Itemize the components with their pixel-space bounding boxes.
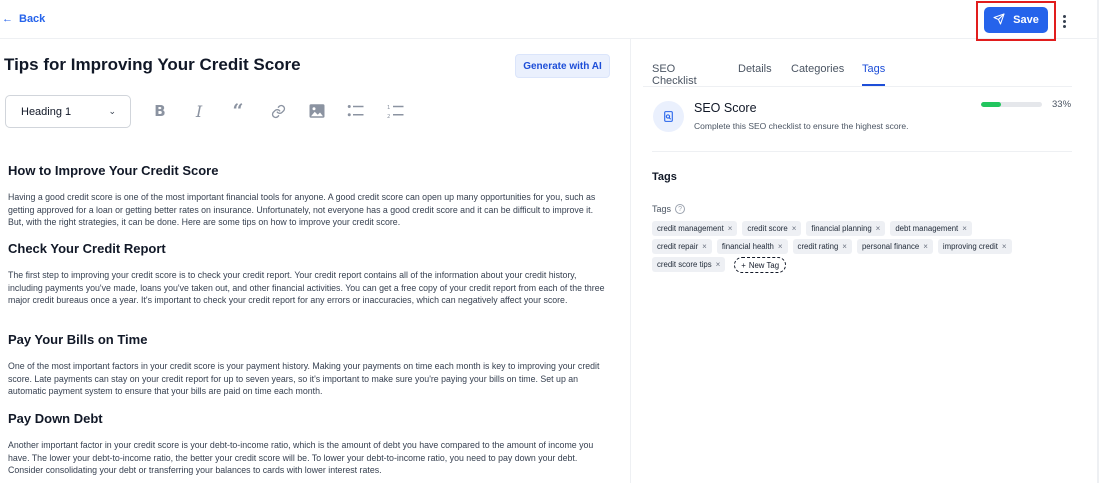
back-button[interactable]: ← Back bbox=[2, 13, 45, 25]
tag-label: personal finance bbox=[861, 242, 920, 251]
section-paragraph: Having a good credit score is one of the… bbox=[8, 192, 596, 228]
remove-tag-icon[interactable]: × bbox=[1002, 242, 1007, 251]
section-paragraph: The first step to improving your credit … bbox=[8, 270, 605, 306]
tag-chip: credit score × bbox=[742, 221, 802, 236]
tag-label: credit score tips bbox=[657, 260, 712, 269]
remove-tag-icon[interactable]: × bbox=[716, 260, 721, 269]
tab-tags[interactable]: Tags bbox=[862, 63, 885, 75]
remove-tag-icon[interactable]: × bbox=[792, 224, 797, 233]
section-heading: Pay Your Bills on Time bbox=[8, 332, 148, 347]
tag-chip: financial health × bbox=[716, 239, 788, 254]
remove-tag-icon[interactable]: × bbox=[702, 242, 707, 251]
tags-label-text: Tags bbox=[652, 204, 672, 214]
heading-select-value: Heading 1 bbox=[21, 105, 72, 118]
tag-label: credit management bbox=[657, 224, 724, 233]
tag-chip: financial planning × bbox=[806, 221, 886, 236]
save-label: Save bbox=[1013, 14, 1039, 26]
tag-label: credit score bbox=[747, 224, 788, 233]
svg-text:1: 1 bbox=[387, 105, 390, 111]
tab-details[interactable]: Details bbox=[738, 63, 772, 75]
tab-seo-checklist[interactable]: SEO Checklist bbox=[652, 63, 697, 87]
remove-tag-icon[interactable]: × bbox=[962, 224, 967, 233]
section-heading: How to Improve Your Credit Score bbox=[8, 163, 219, 178]
tag-row: credit repair × financial health × credit … bbox=[652, 239, 1012, 254]
tag-row: credit management × credit score × financi… bbox=[652, 221, 972, 236]
tag-row: credit score tips × + New Tag bbox=[652, 257, 787, 273]
new-tag-button[interactable]: + New Tag bbox=[734, 257, 787, 273]
tag-chip: personal finance × bbox=[856, 239, 933, 254]
numbered-list-icon[interactable]: 12 bbox=[386, 101, 406, 121]
tag-chip: credit management × bbox=[652, 221, 738, 236]
remove-tag-icon[interactable]: × bbox=[778, 242, 783, 251]
tag-chip: improving credit × bbox=[937, 239, 1012, 254]
seo-document-icon bbox=[653, 101, 684, 132]
tag-label: credit rating bbox=[797, 242, 839, 251]
italic-icon[interactable]: I bbox=[189, 101, 209, 121]
bullet-list-icon[interactable] bbox=[346, 101, 366, 121]
tag-label: credit repair bbox=[657, 242, 699, 251]
save-button[interactable]: Save bbox=[984, 7, 1048, 33]
tabs-divider bbox=[643, 86, 1072, 87]
tab-categories[interactable]: Categories bbox=[791, 63, 844, 75]
send-icon bbox=[993, 12, 1005, 28]
back-label: Back bbox=[19, 13, 46, 25]
section-heading: Check Your Credit Report bbox=[8, 241, 166, 256]
seo-progress-bar bbox=[981, 102, 1042, 107]
tag-label: financial planning bbox=[811, 224, 872, 233]
plus-icon: + bbox=[741, 260, 746, 270]
seo-divider bbox=[652, 151, 1072, 152]
tags-field-label: Tags ? bbox=[652, 204, 686, 214]
tag-chip: debt management × bbox=[890, 221, 972, 236]
top-bar: ← Back bbox=[0, 0, 1099, 39]
tag-label: financial health bbox=[721, 242, 774, 251]
tag-label: improving credit bbox=[942, 242, 998, 251]
seo-progress-fill bbox=[981, 102, 1002, 107]
remove-tag-icon[interactable]: × bbox=[876, 224, 881, 233]
arrow-left-icon: ← bbox=[2, 13, 13, 25]
seo-score-subtitle: Complete this SEO checklist to ensure th… bbox=[694, 121, 909, 131]
tag-chip: credit rating × bbox=[792, 239, 852, 254]
remove-tag-icon[interactable]: × bbox=[728, 224, 733, 233]
vertical-dots-icon bbox=[1062, 14, 1066, 18]
link-icon[interactable] bbox=[268, 101, 288, 121]
panel-divider bbox=[630, 39, 631, 483]
quote-icon[interactable]: “ bbox=[228, 100, 248, 122]
seo-score-title: SEO Score bbox=[694, 101, 757, 115]
seo-percent: 33% bbox=[1052, 99, 1072, 110]
bold-icon[interactable]: B bbox=[150, 101, 170, 121]
remove-tag-icon[interactable]: × bbox=[923, 242, 928, 251]
post-title[interactable]: Tips for Improving Your Credit Score bbox=[4, 55, 301, 75]
image-icon[interactable] bbox=[307, 101, 327, 121]
svg-text:2: 2 bbox=[387, 114, 390, 119]
tag-label: debt management bbox=[895, 224, 959, 233]
section-paragraph: One of the most important factors in you… bbox=[8, 361, 600, 397]
new-tag-label: New Tag bbox=[748, 260, 780, 270]
heading-style-select[interactable]: Heading 1 ⌄ bbox=[5, 95, 131, 128]
generate-with-ai-button[interactable]: Generate with AI bbox=[515, 54, 610, 78]
tag-chip: credit repair × bbox=[652, 239, 712, 254]
tag-chip: credit score tips × bbox=[652, 257, 726, 272]
more-options-button[interactable] bbox=[1058, 11, 1070, 31]
section-heading: Pay Down Debt bbox=[8, 411, 103, 426]
section-paragraph: Another important factor in your credit … bbox=[8, 440, 594, 476]
chevron-down-icon: ⌄ bbox=[108, 106, 116, 116]
remove-tag-icon[interactable]: × bbox=[842, 242, 847, 251]
help-icon[interactable]: ? bbox=[675, 204, 686, 214]
tags-heading: Tags bbox=[652, 171, 677, 183]
